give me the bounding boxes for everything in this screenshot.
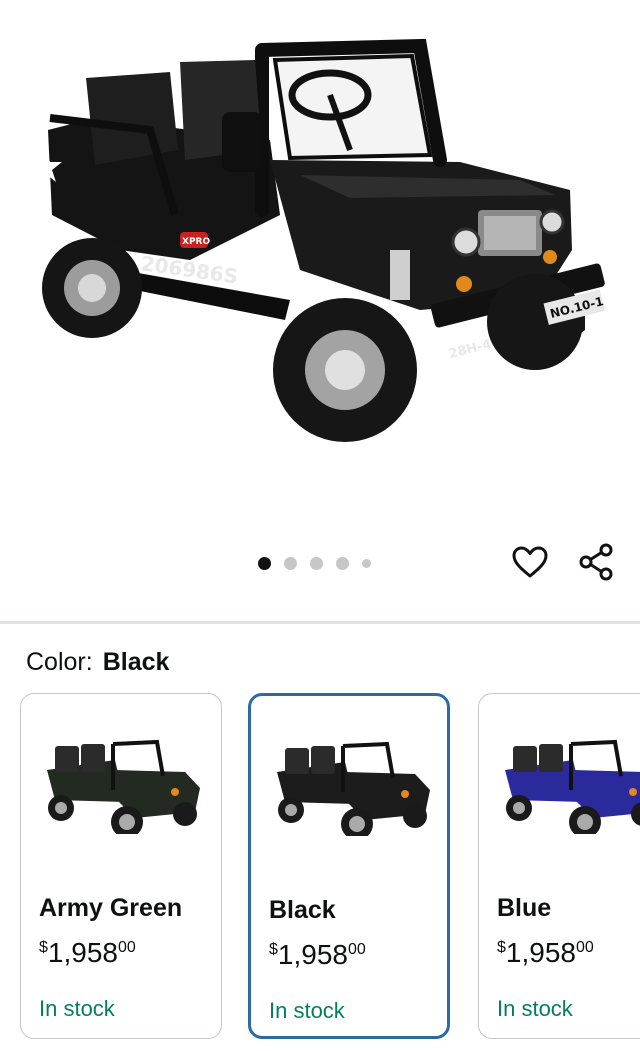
selected-color-value: Black xyxy=(102,648,170,676)
wishlist-button[interactable] xyxy=(508,540,552,584)
rear-wheel xyxy=(42,238,142,338)
side-plate: 28H-4 xyxy=(447,337,493,362)
swatch-name: Black xyxy=(269,896,336,924)
heart-outline-icon xyxy=(512,546,548,578)
swatch-price: $1,95800 xyxy=(39,937,136,968)
swatch-army-green[interactable]: Army Green $1,95800 In stock xyxy=(20,693,222,1039)
stock-status: In stock xyxy=(497,996,573,1021)
swatch-thumbnail xyxy=(277,741,430,836)
swatch-black[interactable]: Black $1,95800 In stock xyxy=(248,693,450,1039)
color-label: Color: xyxy=(26,648,93,676)
swatch-thumbnail xyxy=(505,739,640,834)
swatch-price: $1,95800 xyxy=(269,939,366,970)
jeep-illustration: 206986S XPRO NO.10-1 28H-4 xyxy=(30,38,606,442)
product-image[interactable]: 206986S XPRO NO.10-1 28H-4 xyxy=(0,0,640,520)
swatch-blue[interactable]: Blue $1,95800 In stock xyxy=(478,693,640,1039)
swatch-name: Army Green xyxy=(39,894,183,922)
carousel-dot-3[interactable] xyxy=(310,556,323,570)
share-icon xyxy=(579,543,613,581)
swatch-price: $1,95800 xyxy=(497,937,594,968)
brand-badge: XPRO xyxy=(182,237,210,247)
front-left-wheel xyxy=(273,298,417,442)
carousel-dot-5[interactable] xyxy=(362,558,371,568)
color-selector-heading: Color: Black xyxy=(26,646,169,678)
section-divider xyxy=(0,621,640,624)
swatch-thumbnail xyxy=(47,739,200,834)
stock-status: In stock xyxy=(269,998,345,1023)
carousel-dot-4[interactable] xyxy=(336,556,349,570)
stock-status: In stock xyxy=(39,996,115,1021)
color-swatch-list[interactable]: Army Green $1,95800 In stock Black $1,95… xyxy=(0,691,640,1051)
share-button[interactable] xyxy=(574,540,618,584)
carousel-indicator xyxy=(258,556,371,570)
carousel-dot-1[interactable] xyxy=(258,556,271,570)
carousel-dot-2[interactable] xyxy=(284,556,297,570)
swatch-name: Blue xyxy=(497,894,552,922)
